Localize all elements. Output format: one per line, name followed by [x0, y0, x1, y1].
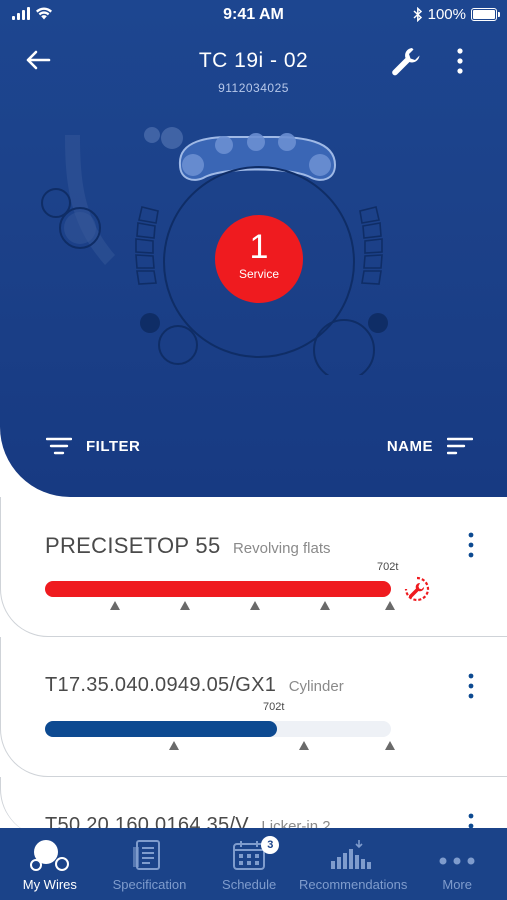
sort-icon: [447, 437, 473, 455]
sort-button[interactable]: NAME: [387, 436, 473, 456]
wire-meter-label: 702t: [263, 701, 285, 713]
service-count: 1: [249, 228, 269, 266]
tab-label: Specification: [112, 877, 187, 892]
wire-name: PRECISETOP 55: [45, 533, 221, 558]
tab-schedule[interactable]: 3 Schedule: [199, 828, 299, 900]
tab-my-wires[interactable]: My Wires: [0, 828, 100, 900]
filter-label: FILTER: [86, 437, 141, 455]
my-wires-icon: [29, 840, 69, 871]
specification-icon: [133, 840, 161, 870]
recommendations-icon: [331, 840, 372, 869]
meter-tick: [110, 601, 120, 610]
schedule-badge: 3: [261, 836, 280, 854]
meter-tick: [169, 741, 179, 750]
tab-specification[interactable]: Specification: [100, 828, 200, 900]
machine-serial: 9112034025: [218, 81, 289, 95]
sort-label: NAME: [386, 437, 433, 455]
machine-header: 9:41 AM 100% TC 19i - 02 9112034025 1 Se…: [0, 0, 507, 497]
more-vertical-icon[interactable]: [450, 44, 470, 78]
page-title: TC 19i - 02: [198, 49, 309, 72]
wire-options-icon[interactable]: [463, 531, 479, 559]
filter-button[interactable]: FILTER: [46, 436, 140, 456]
wire-options-icon[interactable]: [463, 672, 479, 700]
meter-tick: [385, 601, 395, 610]
meter-tick: [299, 741, 309, 750]
wire-card[interactable]: PRECISETOP 55 Revolving flats 702t: [0, 497, 507, 637]
service-label: Service: [238, 267, 279, 281]
wire-title: T17.35.040.0949.05/GX1 Cylinder: [45, 674, 344, 697]
wire-name: T17.35.040.0949.05/GX1: [45, 674, 277, 696]
tab-label: Schedule: [222, 877, 277, 892]
wire-life-fill: [45, 721, 277, 737]
status-right: 100%: [413, 6, 500, 23]
wire-life-bar: [45, 721, 391, 737]
more-horizontal-icon: [439, 857, 475, 865]
wire-life-bar: [45, 581, 391, 597]
tab-label: Recommendations: [298, 877, 408, 892]
tab-label: More: [442, 877, 472, 892]
service-alert-icon[interactable]: [401, 575, 433, 603]
battery-icon: [471, 8, 500, 21]
wire-category: Revolving flats: [232, 540, 331, 557]
tab-more[interactable]: More: [407, 828, 507, 900]
battery-percent: 100%: [427, 6, 466, 23]
wire-card[interactable]: T17.35.040.0949.05/GX1 Cylinder 702t: [0, 637, 507, 777]
status-bar: 9:41 AM 100%: [0, 0, 507, 30]
wire-life-fill: [45, 581, 391, 597]
service-due-badge[interactable]: 1 Service: [215, 215, 303, 303]
wire-category: Cylinder: [288, 678, 344, 695]
wrench-icon[interactable]: [388, 44, 424, 78]
bluetooth-icon: [413, 7, 422, 22]
bottom-tab-bar: My Wires Specification 3 Schedule Recomm…: [0, 828, 507, 900]
meter-tick: [320, 601, 330, 610]
wire-meter-label: 702t: [377, 561, 399, 573]
meter-tick: [180, 601, 190, 610]
filter-icon: [46, 437, 72, 455]
wire-title: PRECISETOP 55 Revolving flats: [45, 533, 331, 559]
tab-label: My Wires: [22, 877, 77, 892]
meter-tick: [250, 601, 260, 610]
tab-recommendations[interactable]: Recommendations: [299, 828, 407, 900]
meter-tick: [385, 741, 395, 750]
